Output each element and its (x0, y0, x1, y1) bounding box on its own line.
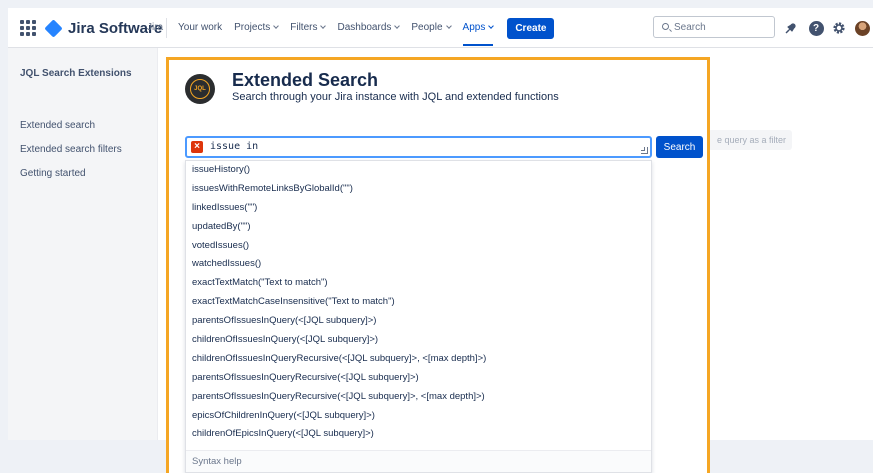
primary-nav: Your work Projects Filters Dashboards Pe… (172, 8, 555, 48)
resize-handle-icon[interactable] (641, 147, 648, 154)
suggestion-item[interactable]: exactTextMatch("Text to match") (186, 274, 651, 293)
suggestion-item[interactable]: childrenOfIssuesInQuery(<[JQL subquery]>… (186, 331, 651, 350)
suggestion-item[interactable]: issueHistory() (186, 161, 651, 180)
nav-divider (166, 18, 167, 38)
suggestion-item[interactable]: parentsOfIssuesInQuery(<[JQL subquery]>) (186, 312, 651, 331)
jira-diamond-icon (44, 18, 63, 38)
save-filter-button[interactable]: e query as a filter (708, 130, 792, 150)
top-navigation: Jira Software Jira Your work Projects Fi… (8, 8, 873, 48)
suggestion-item[interactable]: exactTextMatchCaseInsensitive("Text to m… (186, 293, 651, 312)
sidebar-item-getting-started[interactable]: Getting started (20, 168, 86, 179)
suggestion-item[interactable]: childrenOfIssuesInQueryRecursive(<[JQL s… (186, 350, 651, 369)
suggestion-item[interactable]: updatedBy("") (186, 218, 651, 237)
suggestion-item[interactable]: watchedIssues() (186, 255, 651, 274)
chevron-down-icon (445, 23, 452, 29)
jira-logo[interactable]: Jira Software (43, 18, 162, 38)
search-icon (662, 23, 669, 30)
suggestion-item[interactable]: childrenOfEpicsInQuery(<[JQL subquery]>) (186, 425, 651, 444)
product-subname: Jira (147, 22, 164, 33)
suggestion-item[interactable]: issuesWithRemoteLinksByGlobalId("") (186, 180, 651, 199)
nav-your-work[interactable]: Your work (172, 8, 228, 48)
nav-dashboards[interactable]: Dashboards (331, 8, 405, 48)
notifications-icon[interactable] (783, 20, 799, 36)
create-button[interactable]: Create (507, 17, 555, 39)
app-switcher-icon[interactable] (20, 20, 36, 36)
global-search-input[interactable] (674, 20, 769, 34)
error-icon: × (191, 141, 203, 153)
help-icon[interactable]: ? (808, 20, 824, 36)
page-title: Extended Search (232, 70, 379, 90)
user-avatar[interactable] (854, 20, 870, 36)
jql-query-text[interactable]: issue in (210, 141, 258, 152)
sidebar-item-extended-search-filters[interactable]: Extended search filters (20, 144, 122, 155)
chevron-down-icon (394, 23, 401, 29)
sidebar-title: JQL Search Extensions (20, 68, 132, 79)
autocomplete-dropdown: issueHistory() issuesWithRemoteLinksByGl… (185, 160, 652, 473)
nav-filters[interactable]: Filters (284, 8, 331, 48)
chevron-down-icon (273, 23, 280, 29)
suggestion-item[interactable]: epicsOfChildrenInQuery(<[JQL subquery]>) (186, 407, 651, 426)
sidebar-item-extended-search[interactable]: Extended search (20, 120, 95, 131)
search-button[interactable]: Search (656, 136, 703, 158)
chevron-down-icon (488, 23, 495, 29)
nav-apps[interactable]: Apps (457, 8, 500, 48)
suggestion-item[interactable]: linkedIssues("") (186, 199, 651, 218)
suggestion-item[interactable]: parentsOfIssuesInQueryRecursive(<[JQL su… (186, 369, 651, 388)
syntax-help-link[interactable]: Syntax help (186, 450, 651, 472)
nav-people[interactable]: People (405, 8, 456, 48)
jql-query-input[interactable]: × issue in (185, 136, 652, 158)
suggestion-item[interactable]: parentsOfIssuesInQueryRecursive(<[JQL su… (186, 388, 651, 407)
chevron-down-icon (320, 23, 327, 29)
sidebar: JQL Search Extensions Extended search Ex… (8, 48, 158, 440)
global-search[interactable] (653, 16, 775, 38)
jql-extensions-logo-icon: JQL (185, 74, 215, 104)
nav-projects[interactable]: Projects (228, 8, 284, 48)
settings-gear-icon[interactable] (831, 20, 847, 36)
suggestion-item[interactable]: votedIssues() (186, 237, 651, 256)
page-subtitle: Search through your Jira instance with J… (232, 91, 559, 103)
